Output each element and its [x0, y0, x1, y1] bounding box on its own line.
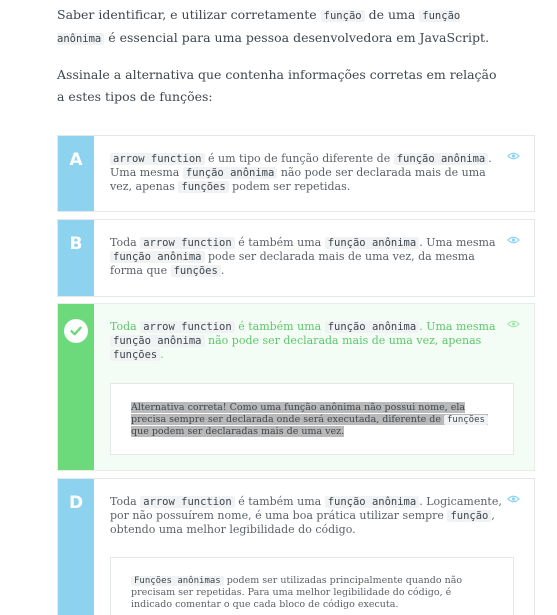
- inline-code: função: [320, 10, 365, 22]
- inline-code: funções: [170, 265, 221, 277]
- alternative-b[interactable]: B Toda arrow function é também uma funçã…: [57, 219, 535, 297]
- inline-code: funções: [444, 415, 488, 425]
- text: Toda: [110, 495, 141, 508]
- alternative-text: Toda arrow function é também uma função …: [110, 236, 502, 278]
- text: é também uma: [234, 236, 325, 249]
- intro-paragraph-1: Saber identificar, e utilizar corretamen…: [57, 4, 497, 50]
- alternative-text: arrow function é um tipo de função difer…: [110, 152, 502, 194]
- text: Toda: [110, 236, 141, 249]
- inline-code: Funções anônimas: [131, 576, 224, 586]
- alternative-letter: B: [58, 220, 94, 296]
- inline-code: função anônima: [110, 335, 205, 347]
- eye-icon[interactable]: [507, 319, 520, 329]
- intro-text: de uma: [364, 7, 420, 22]
- text: não pode ser declarada mais de uma vez, …: [204, 334, 482, 347]
- text: é também uma: [234, 495, 325, 508]
- alternative-letter: D: [58, 479, 94, 615]
- text: . Uma mesma: [419, 320, 496, 333]
- alternative-letter: A: [58, 136, 94, 211]
- inline-code: arrow function: [140, 496, 235, 508]
- question-intro: Saber identificar, e utilizar corretamen…: [57, 4, 497, 122]
- inline-code: função anônima: [324, 237, 420, 249]
- text: . Uma mesma: [419, 236, 496, 249]
- alternative-text: Toda arrow function é também uma função …: [110, 495, 502, 537]
- intro-text: é essencial para uma pessoa desenvolvedo…: [104, 30, 490, 45]
- inline-code: arrow function: [140, 237, 235, 249]
- inline-code: funções: [110, 349, 161, 361]
- alternative-a[interactable]: A arrow function é um tipo de função dif…: [57, 135, 535, 212]
- eye-icon[interactable]: [507, 151, 520, 161]
- text: .: [220, 264, 225, 277]
- text: é também uma: [234, 320, 325, 333]
- inline-code: funções: [178, 181, 229, 193]
- alternative-c[interactable]: Toda arrow function é também uma função …: [57, 303, 535, 471]
- inline-code: função anônima: [182, 167, 278, 179]
- selected-explanation-text: Alternativa correta! Como uma função anô…: [131, 402, 488, 437]
- inline-code: função anônima: [393, 153, 489, 165]
- intro-paragraph-2: Assinale a alternativa que contenha info…: [57, 67, 497, 104]
- intro-text: Saber identificar, e utilizar corretamen…: [57, 7, 321, 22]
- alternative-text: Toda arrow function é também uma função …: [110, 320, 502, 362]
- text: que podem ser declaradas mais de uma vez…: [131, 426, 345, 437]
- text: Toda: [110, 320, 141, 333]
- inline-code: arrow function: [110, 153, 205, 165]
- text: podem ser repetidas.: [228, 180, 351, 193]
- text: Alternativa correta! Como uma função anô…: [131, 402, 466, 425]
- inline-code: função anônima: [324, 321, 420, 333]
- alternative-explanation: Alternativa correta! Como uma função anô…: [110, 383, 514, 455]
- check-icon: [64, 319, 88, 343]
- eye-icon[interactable]: [507, 494, 520, 504]
- alternative-explanation: Funções anônimas podem ser utilizadas pr…: [110, 557, 514, 615]
- text: .: [160, 348, 164, 361]
- alternative-d[interactable]: D Toda arrow function é também uma funçã…: [57, 478, 535, 615]
- inline-code: função anônima: [110, 251, 205, 263]
- inline-code: função anônima: [324, 496, 420, 508]
- inline-code: arrow function: [140, 321, 235, 333]
- eye-icon[interactable]: [507, 235, 520, 245]
- alternative-status: [58, 304, 94, 470]
- inline-code: função: [447, 510, 492, 522]
- text: é um tipo de função diferente de: [204, 152, 394, 165]
